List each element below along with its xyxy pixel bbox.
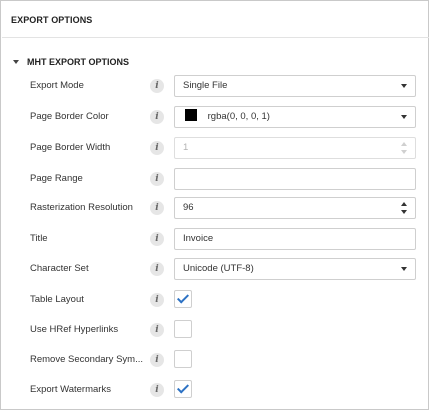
info-icon[interactable]: i [150, 201, 164, 215]
mht-export-options-group-header[interactable]: MHT EXPORT OPTIONS [13, 56, 129, 68]
page-border-color-label: Page Border Color [30, 111, 109, 122]
info-icon[interactable]: i [150, 110, 164, 124]
info-icon[interactable]: i [150, 232, 164, 246]
spin-down-icon[interactable] [401, 210, 407, 214]
export-mode-value: Single File [183, 80, 228, 91]
page-border-width-stepper[interactable]: 1 [174, 137, 416, 159]
row-character-set: Character Set i Unicode (UTF-8) [1, 258, 429, 280]
rasterization-resolution-label: Rasterization Resolution [30, 202, 133, 213]
rasterization-resolution-stepper[interactable]: 96 [174, 197, 416, 219]
info-icon[interactable]: i [150, 383, 164, 397]
row-rasterization-resolution: Rasterization Resolution i 96 [1, 197, 429, 219]
checkmark-icon [176, 291, 190, 304]
remove-secondary-symbols-checkbox[interactable] [174, 350, 192, 368]
info-icon[interactable]: i [150, 141, 164, 155]
row-remove-secondary-symbols: Remove Secondary Sym... i [1, 349, 429, 371]
character-set-select[interactable]: Unicode (UTF-8) [174, 258, 416, 280]
spin-up-icon[interactable] [401, 142, 407, 146]
group-title: MHT EXPORT OPTIONS [27, 57, 130, 67]
export-mode-select[interactable]: Single File [174, 75, 416, 97]
spin-up-icon[interactable] [401, 202, 407, 206]
title-value: Invoice [183, 233, 214, 244]
spin-buttons[interactable] [401, 141, 409, 155]
info-icon[interactable]: i [150, 172, 164, 186]
chevron-down-icon[interactable] [401, 84, 407, 88]
info-icon[interactable]: i [150, 323, 164, 337]
page-range-label: Page Range [30, 173, 83, 184]
spin-down-icon[interactable] [401, 150, 407, 154]
export-watermarks-checkbox[interactable] [174, 380, 192, 398]
remove-secondary-symbols-label: Remove Secondary Sym... [30, 354, 143, 365]
row-page-border-color: Page Border Color i rgba(0, 0, 0, 1) [1, 106, 429, 128]
row-page-border-width: Page Border Width i 1 [1, 137, 429, 159]
row-export-mode: Export Mode i Single File [1, 75, 429, 97]
table-layout-checkbox[interactable] [174, 290, 192, 308]
export-options-panel: EXPORT OPTIONS MHT EXPORT OPTIONS Export… [0, 0, 429, 410]
export-watermarks-label: Export Watermarks [30, 384, 111, 395]
title-label: Title [30, 233, 48, 244]
info-icon[interactable]: i [150, 353, 164, 367]
title-input[interactable]: Invoice [174, 228, 416, 250]
row-use-href-hyperlinks: Use HRef Hyperlinks i [1, 319, 429, 341]
spin-buttons[interactable] [401, 201, 409, 215]
panel-divider [2, 37, 429, 38]
row-title: Title i Invoice [1, 228, 429, 250]
table-layout-label: Table Layout [30, 294, 84, 305]
page-border-color-picker[interactable]: rgba(0, 0, 0, 1) [174, 106, 416, 128]
page-border-width-label: Page Border Width [30, 142, 111, 153]
caret-down-icon[interactable] [13, 60, 19, 64]
row-export-watermarks: Export Watermarks i [1, 379, 429, 401]
color-swatch [185, 109, 197, 122]
use-href-hyperlinks-checkbox[interactable] [174, 320, 192, 338]
chevron-down-icon[interactable] [401, 267, 407, 271]
info-icon[interactable]: i [150, 293, 164, 307]
checkmark-icon [176, 381, 190, 394]
info-icon[interactable]: i [150, 262, 164, 276]
character-set-label: Character Set [30, 263, 89, 274]
row-table-layout: Table Layout i [1, 289, 429, 311]
rasterization-resolution-value: 96 [183, 202, 194, 213]
panel-title: EXPORT OPTIONS [11, 15, 93, 25]
export-mode-label: Export Mode [30, 80, 84, 91]
info-icon[interactable]: i [150, 79, 164, 93]
page-border-color-value: rgba(0, 0, 0, 1) [207, 111, 270, 122]
chevron-down-icon[interactable] [401, 115, 407, 119]
use-href-hyperlinks-label: Use HRef Hyperlinks [30, 324, 119, 335]
character-set-value: Unicode (UTF-8) [183, 263, 254, 274]
row-page-range: Page Range i [1, 168, 429, 190]
page-range-input[interactable] [174, 168, 416, 190]
page-border-width-value: 1 [183, 142, 189, 153]
